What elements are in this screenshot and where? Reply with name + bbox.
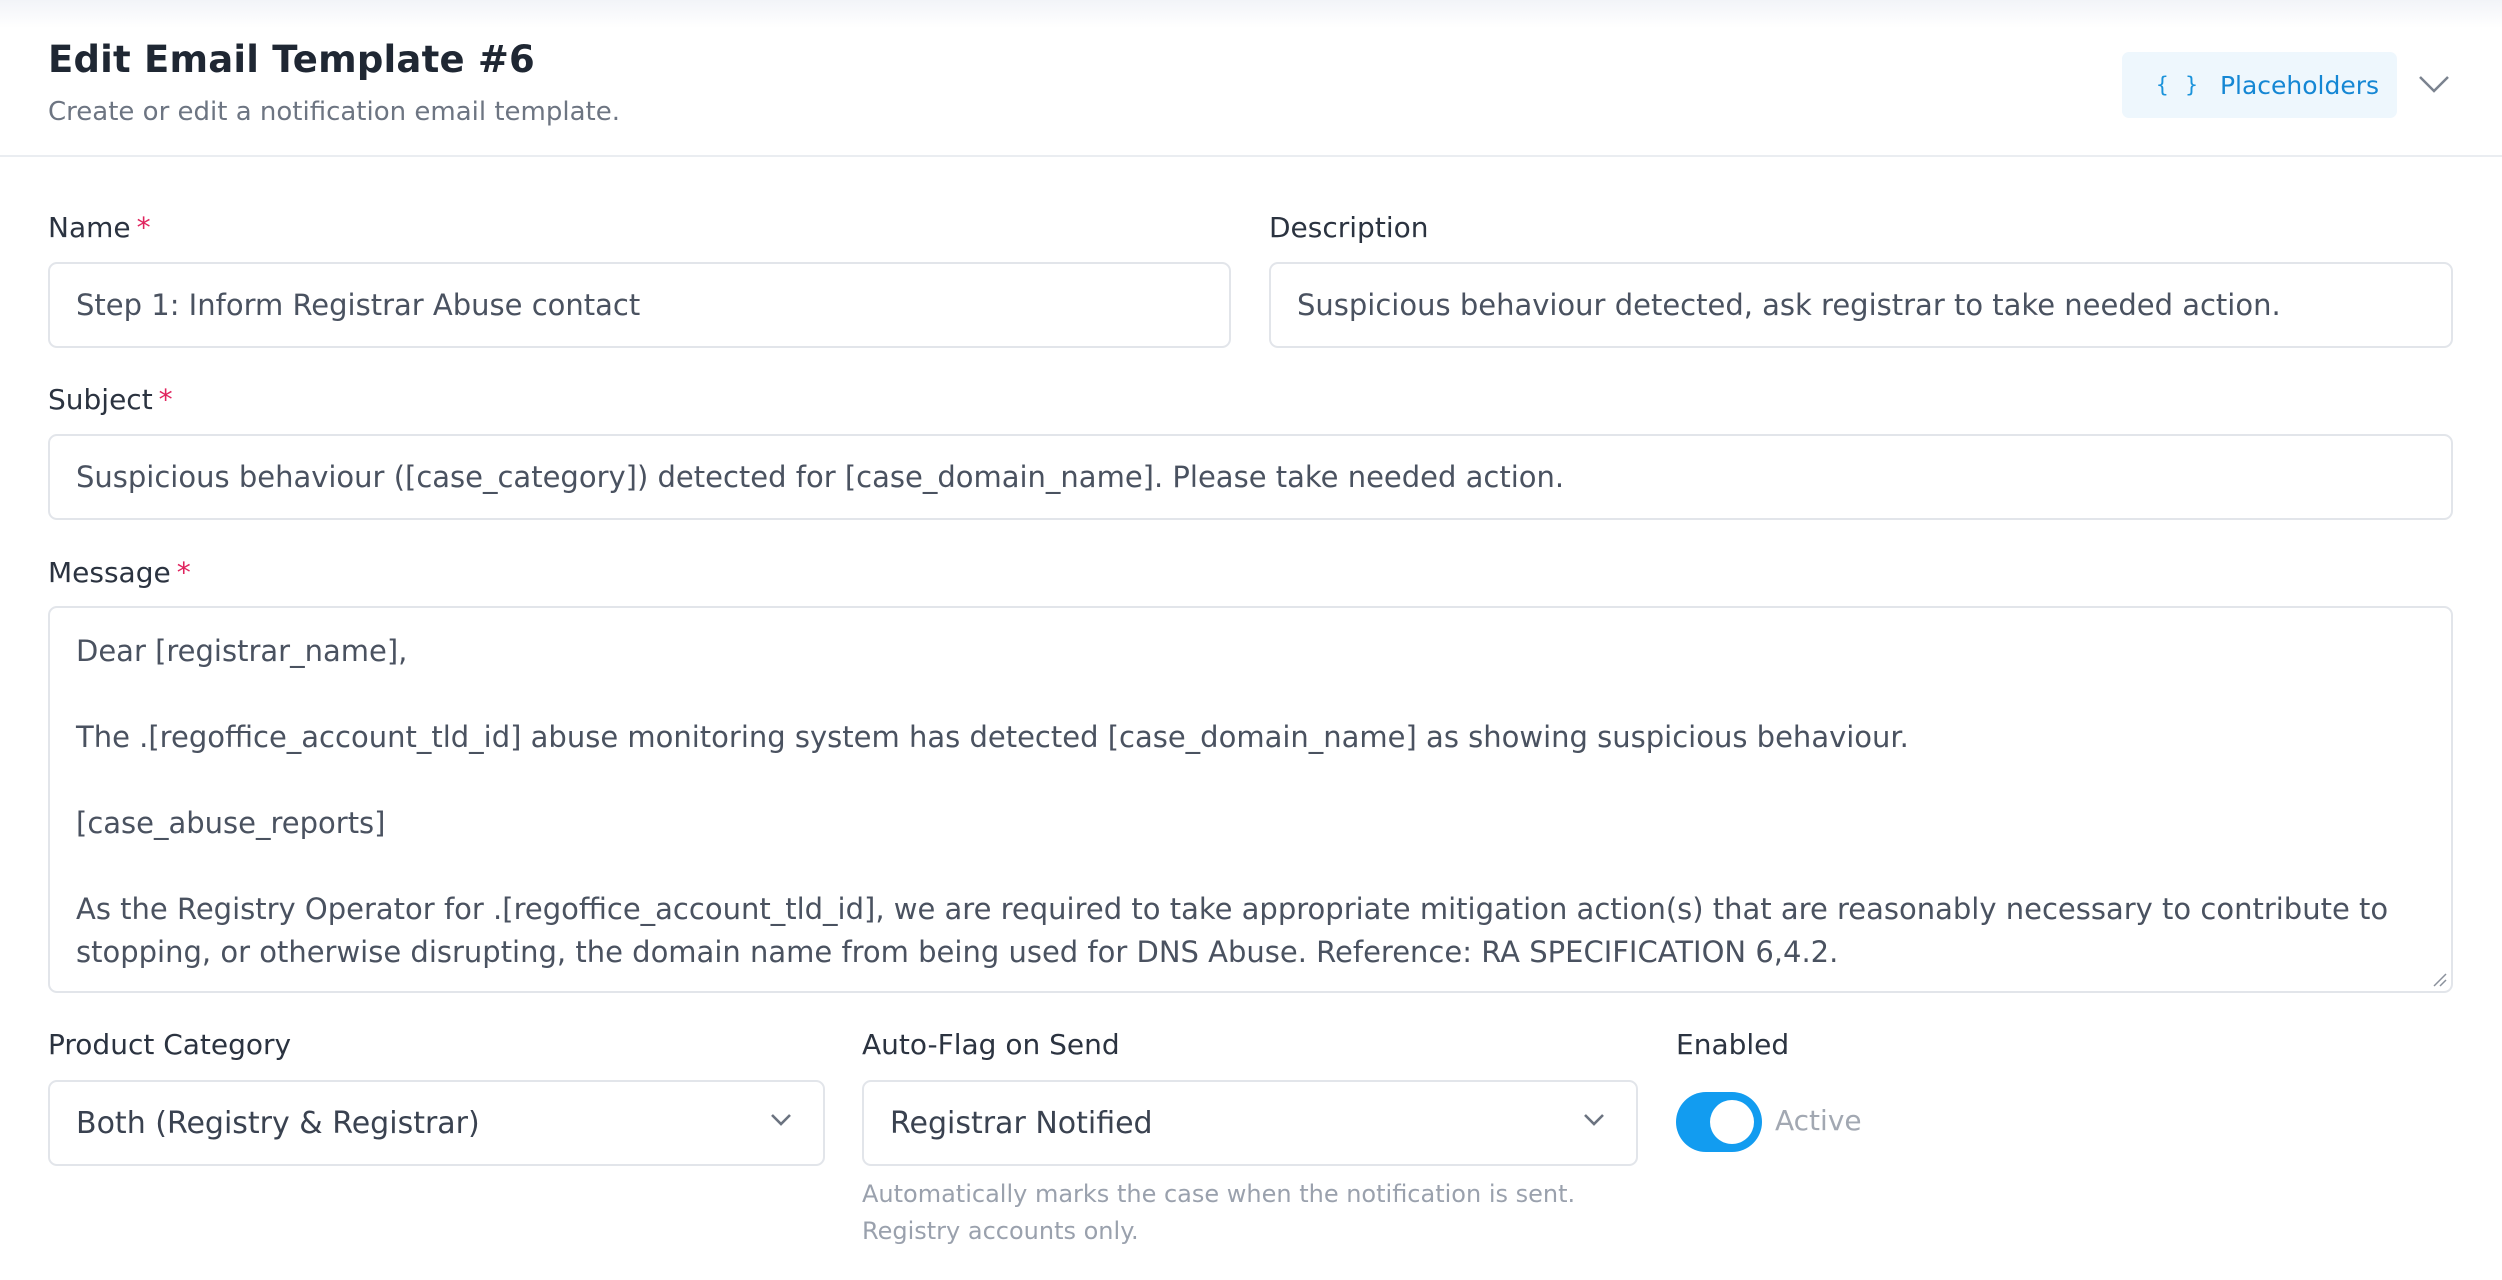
auto-flag-help-text: Registry accounts only. bbox=[862, 1217, 1139, 1245]
required-mark: * bbox=[158, 383, 173, 416]
product-category-value: Both (Registry & Registrar) bbox=[76, 1105, 480, 1141]
subject-input[interactable]: Suspicious behaviour ([case_category]) d… bbox=[48, 434, 2453, 520]
placeholders-button[interactable]: { } Placeholders bbox=[2122, 52, 2397, 118]
enabled-label: Enabled bbox=[1676, 1028, 1790, 1061]
subject-label-text: Subject bbox=[48, 383, 153, 416]
page-subtitle: Create or edit a notification email temp… bbox=[48, 97, 620, 127]
auto-flag-value: Registrar Notified bbox=[890, 1105, 1153, 1141]
message-label-text: Message bbox=[48, 556, 171, 589]
enabled-state-label: Active bbox=[1775, 1104, 1862, 1137]
message-line: Dear [registrar_name], bbox=[76, 634, 408, 668]
resize-handle-icon[interactable] bbox=[2431, 971, 2447, 987]
toggle-knob bbox=[1710, 1100, 1754, 1144]
enabled-toggle[interactable] bbox=[1676, 1092, 1762, 1152]
chevron-down-icon bbox=[771, 1114, 791, 1126]
name-label: Name * bbox=[48, 211, 151, 244]
chevron-down-icon bbox=[2419, 76, 2449, 93]
chevron-down-icon bbox=[1584, 1114, 1604, 1126]
message-line: As the Registry Operator for .[regoffice… bbox=[76, 892, 2389, 969]
collapse-button[interactable] bbox=[2416, 66, 2452, 102]
description-label: Description bbox=[1269, 211, 1429, 244]
product-category-label: Product Category bbox=[48, 1028, 292, 1061]
required-mark: * bbox=[176, 556, 191, 589]
page-title: Edit Email Template #6 bbox=[48, 38, 535, 81]
braces-icon: { } bbox=[2156, 73, 2200, 97]
message-textarea[interactable]: Dear [registrar_name], The .[regoffice_a… bbox=[48, 606, 2453, 993]
name-label-text: Name bbox=[48, 211, 131, 244]
message-label: Message * bbox=[48, 556, 191, 589]
message-line: The .[regoffice_account_tld_id] abuse mo… bbox=[76, 720, 1909, 754]
subject-label: Subject * bbox=[48, 383, 173, 416]
page-header: Edit Email Template #6 Create or edit a … bbox=[0, 0, 2502, 157]
auto-flag-help-text: Automatically marks the case when the no… bbox=[862, 1180, 1576, 1208]
name-input[interactable]: Step 1: Inform Registrar Abuse contact bbox=[48, 262, 1231, 348]
auto-flag-select[interactable]: Registrar Notified bbox=[862, 1080, 1638, 1166]
auto-flag-label: Auto-Flag on Send bbox=[862, 1028, 1120, 1061]
message-line: [case_abuse_reports] bbox=[76, 806, 386, 840]
description-input[interactable]: Suspicious behaviour detected, ask regis… bbox=[1269, 262, 2453, 348]
placeholders-label: Placeholders bbox=[2219, 70, 2380, 100]
product-category-select[interactable]: Both (Registry & Registrar) bbox=[48, 1080, 825, 1166]
required-mark: * bbox=[136, 211, 151, 244]
